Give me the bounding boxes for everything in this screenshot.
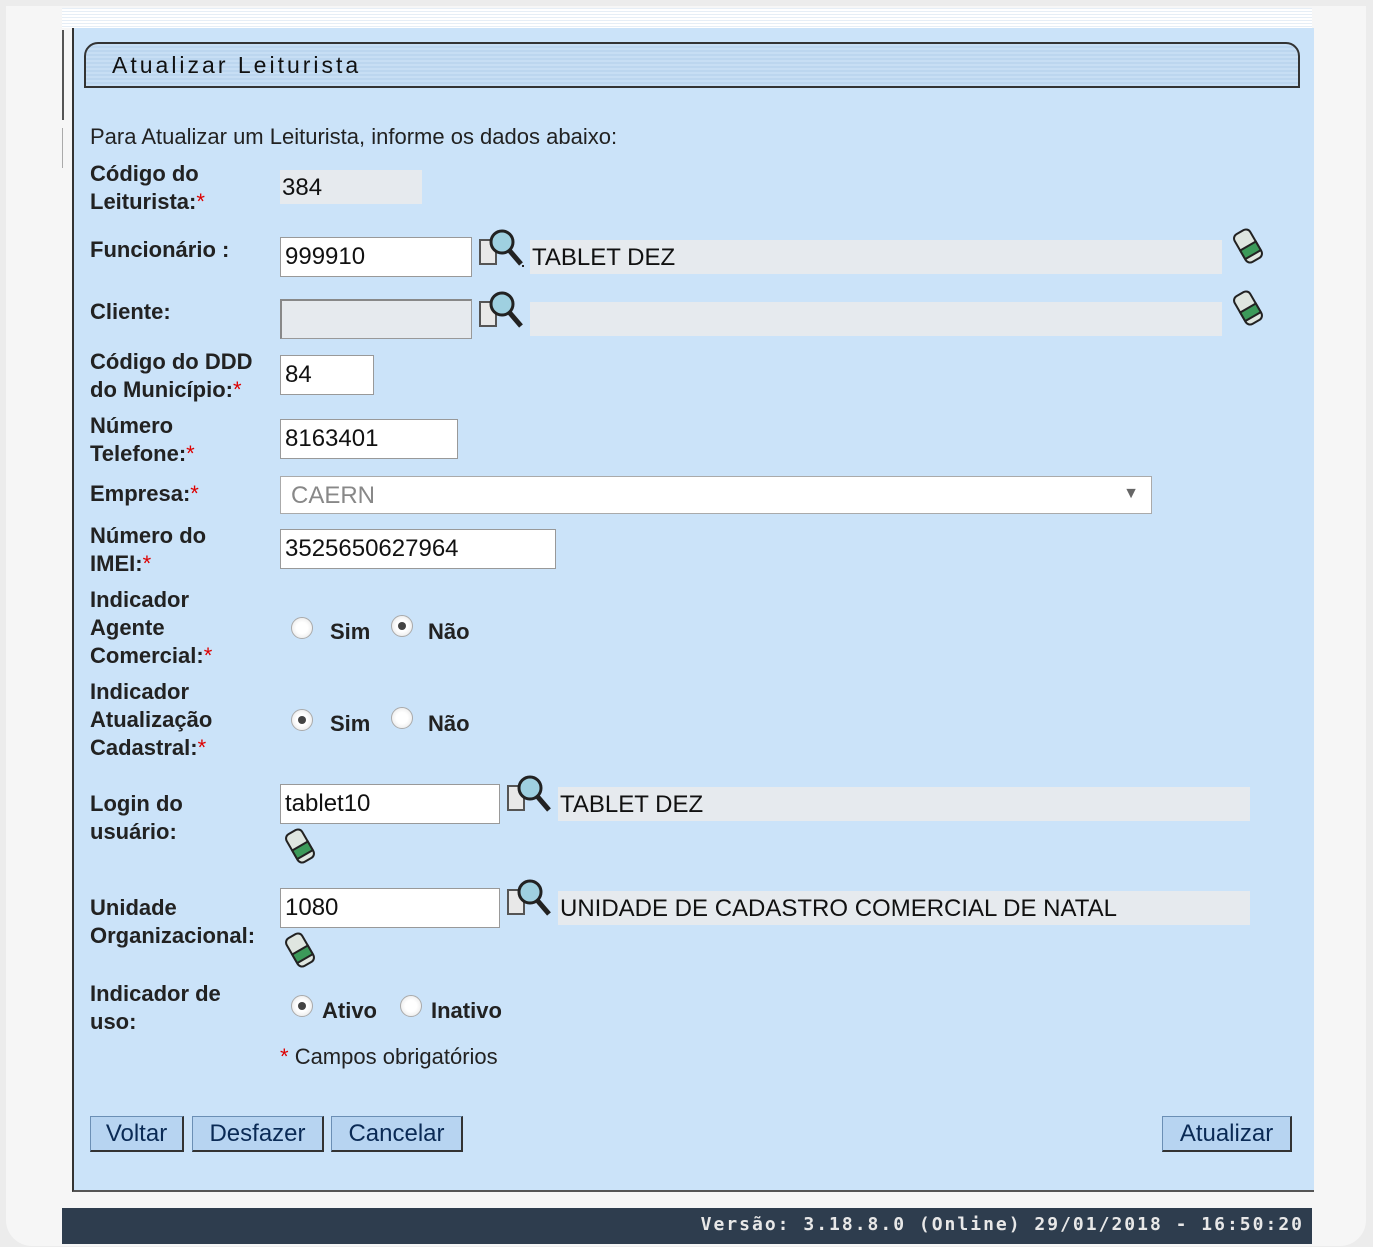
page-title: Atualizar Leiturista <box>112 52 362 78</box>
telefone-label: Número Telefone:* <box>90 413 195 466</box>
unidade-description: UNIDADE DE CADASTRO COMERCIAL DE NATAL <box>558 891 1250 925</box>
required-note: * Campos obrigatórios <box>280 1044 498 1069</box>
imei-input[interactable] <box>280 529 556 569</box>
intro-text: Para Atualizar um Leiturista, informe os… <box>90 124 618 149</box>
atualizacao-nao-radio[interactable] <box>391 707 413 729</box>
uso-label: Indicador de uso: <box>90 981 221 1034</box>
cliente-label: Cliente: <box>90 299 171 324</box>
cliente-description <box>530 302 1222 336</box>
search-icon[interactable] <box>506 876 552 918</box>
version-text: Versão: 3.18.8.0 (Online) 29/01/2018 - 1… <box>700 1214 1304 1235</box>
uso-ativo-label: Ativo <box>322 998 377 1023</box>
uso-inativo-label: Inativo <box>431 998 502 1023</box>
codigo-label: Código do Leiturista:* <box>90 161 205 214</box>
unidade-input[interactable] <box>280 888 500 928</box>
search-icon[interactable] <box>506 772 552 814</box>
search-icon[interactable] <box>478 288 524 330</box>
atualizacao-label: Indicador Atualização Cadastral:* <box>90 679 213 760</box>
atualizacao-sim-label: Sim <box>330 711 371 736</box>
login-label: Login do usuário: <box>90 791 183 844</box>
agente-nao-label: Não <box>428 619 470 644</box>
funcionario-label: Funcionário : <box>90 237 230 262</box>
unidade-label: Unidade Organizacional: <box>90 895 256 948</box>
form-panel <box>72 28 1314 1192</box>
imei-label: Número do IMEI:* <box>90 523 207 576</box>
left-frame-small <box>62 128 69 168</box>
ddd-input[interactable] <box>280 355 374 395</box>
chevron-down-icon: ▼ <box>1123 485 1139 502</box>
funcionario-input[interactable] <box>280 237 472 277</box>
ddd-label: Código do DDD do Município:* <box>90 349 253 402</box>
title-bar: Atualizar Leiturista <box>84 42 1300 88</box>
agente-nao-radio[interactable] <box>391 615 413 637</box>
empresa-selected-value: CAERN <box>291 482 376 509</box>
eraser-icon[interactable] <box>1230 226 1266 266</box>
empresa-label: Empresa:* <box>90 481 199 506</box>
eraser-icon[interactable] <box>282 930 318 970</box>
agente-sim-radio[interactable] <box>291 617 313 639</box>
login-input[interactable] <box>280 784 500 824</box>
agente-label: Indicador Agente Comercial:* <box>90 587 213 668</box>
eraser-icon[interactable] <box>282 826 318 866</box>
uso-ativo-radio[interactable] <box>291 995 313 1017</box>
empresa-select[interactable]: CAERN ▼ <box>280 476 1152 514</box>
agente-sim-label: Sim <box>330 619 371 644</box>
cliente-input[interactable] <box>280 299 472 339</box>
voltar-button[interactable]: Voltar <box>90 1116 184 1152</box>
version-footer: Versão: 3.18.8.0 (Online) 29/01/2018 - 1… <box>62 1208 1312 1244</box>
header-stripes <box>62 8 1312 28</box>
uso-inativo-radio[interactable] <box>400 995 422 1017</box>
codigo-value: 384 <box>280 170 422 204</box>
desfazer-button[interactable]: Desfazer <box>192 1116 324 1152</box>
atualizacao-nao-label: Não <box>428 711 470 736</box>
telefone-input[interactable] <box>280 419 458 459</box>
search-icon[interactable] <box>478 226 524 268</box>
login-description: TABLET DEZ <box>558 787 1250 821</box>
eraser-icon[interactable] <box>1230 288 1266 328</box>
funcionario-description: TABLET DEZ <box>530 240 1222 274</box>
cancelar-button[interactable]: Cancelar <box>331 1116 463 1152</box>
atualizar-button[interactable]: Atualizar <box>1162 1116 1292 1152</box>
atualizacao-sim-radio[interactable] <box>291 709 313 731</box>
